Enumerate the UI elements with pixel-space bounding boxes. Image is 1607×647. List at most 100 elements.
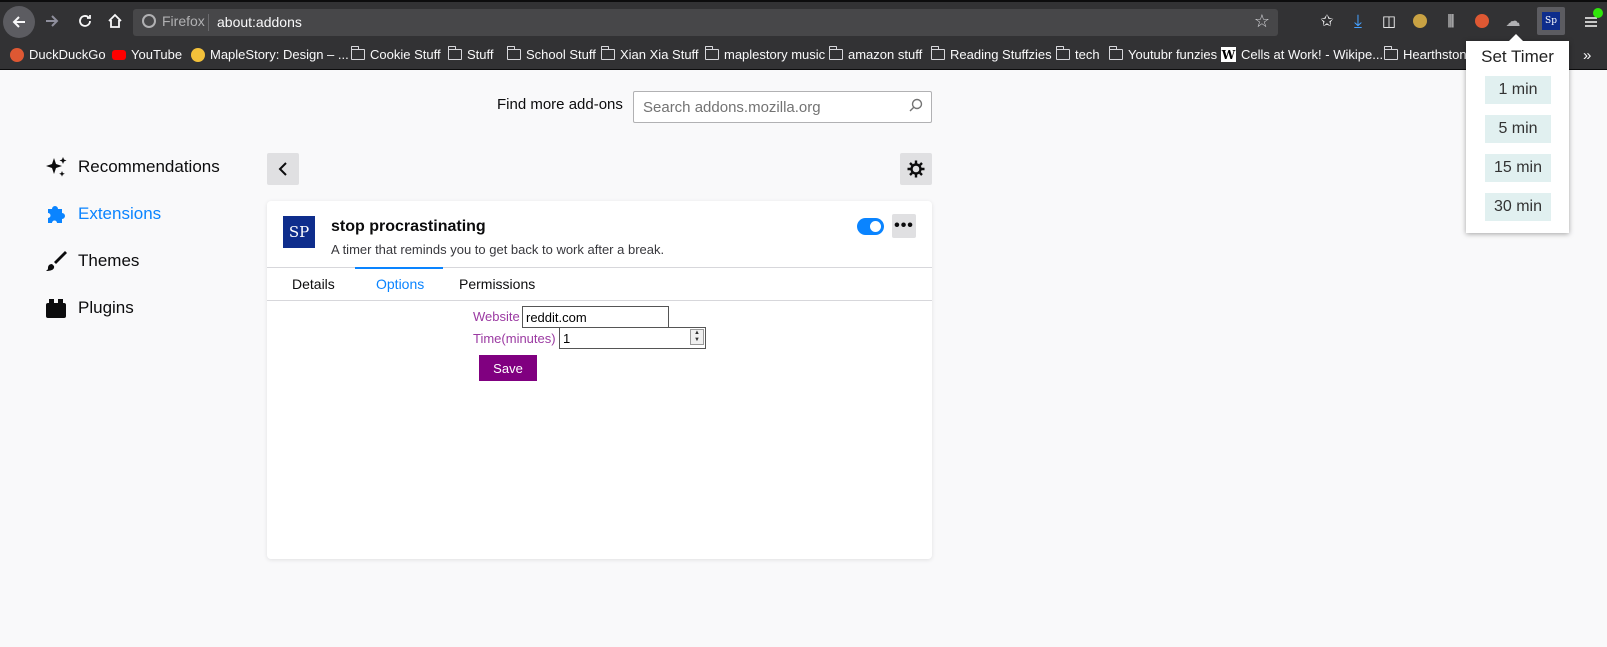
time-stepper[interactable]: ▲▼ [559, 327, 706, 349]
back-button[interactable] [3, 6, 35, 38]
download-icon[interactable]: ⤓ [1343, 6, 1373, 36]
bookmark-folder[interactable]: Hearthstone [1383, 46, 1474, 62]
bookmark-folder[interactable]: Reading Stuffzies [930, 46, 1052, 62]
duckduckgo-extension-icon[interactable] [1467, 6, 1497, 36]
folder-icon [600, 46, 615, 60]
sidebar-toggle-icon[interactable]: ◫ [1374, 6, 1404, 36]
stop-procrastinating-toolbar-button[interactable]: Sp [1537, 7, 1565, 35]
sidebar-item-label: Extensions [78, 204, 162, 223]
go-back-button[interactable] [267, 153, 299, 185]
url-separator [208, 14, 209, 31]
url-text[interactable]: about:addons [217, 14, 302, 30]
bookmark-item[interactable]: MapleStory: Design – ... [191, 47, 349, 62]
bookmark-folder[interactable]: maplestory music [704, 46, 826, 62]
bookmark-label: Reading Stuffzies [950, 47, 1052, 62]
sidebar-item-label: Themes [78, 251, 140, 270]
sidebar-item-plugins[interactable]: Plugins [44, 296, 134, 320]
bookmark-folder[interactable]: tech [1055, 46, 1100, 62]
find-more-addons-label: Find more add-ons [497, 96, 623, 113]
menu-button[interactable] [1576, 7, 1606, 37]
tab-details[interactable]: Details [292, 276, 335, 292]
sidebar-item-extensions[interactable]: Extensions [44, 202, 161, 226]
extension-logo-text: SP [288, 223, 310, 241]
bookmark-label: DuckDuckGo [29, 47, 106, 62]
timer-30-min-button[interactable]: 30 min [1485, 193, 1551, 221]
extension-cloud-icon[interactable]: ☁ [1498, 6, 1528, 36]
bookmark-label: MapleStory: Design – ... [210, 47, 349, 62]
bookmark-item[interactable]: YouTube [112, 47, 182, 62]
bookmarks-overflow-icon[interactable]: » [1583, 47, 1591, 64]
bookmark-label: School Stuff [526, 47, 596, 62]
bookmark-label: tech [1075, 47, 1100, 62]
bookmark-item[interactable]: W Cells at Work! - Wikipe... [1221, 47, 1383, 62]
tools-menu-button[interactable] [900, 153, 932, 185]
folder-icon [1108, 46, 1123, 60]
extension-tabs: Details Options Permissions [267, 267, 932, 301]
bookmark-folder[interactable]: Youtubr funzies [1108, 46, 1218, 62]
bookmark-item[interactable]: DuckDuckGo [10, 47, 106, 62]
update-badge-icon [1593, 8, 1603, 18]
browser-toolbar: Firefox about:addons ☆ ✩ ⤓ ◫ ⫼ ☁ Sp [0, 0, 1607, 41]
folder-icon [506, 46, 521, 60]
sidebar-item-themes[interactable]: Themes [44, 249, 139, 273]
gear-icon [907, 160, 925, 178]
bookmark-label: Stuff [467, 47, 494, 62]
reload-button[interactable] [70, 6, 100, 36]
sp-logo-icon: Sp [1542, 12, 1560, 30]
save-button[interactable]: Save [479, 355, 537, 381]
timer-5-min-button[interactable]: 5 min [1485, 115, 1551, 143]
bookmark-label: maplestory music [724, 47, 826, 62]
extension-card: SP stop procrastinating A timer that rem… [267, 201, 932, 559]
chevron-left-icon [278, 162, 287, 176]
home-button[interactable] [100, 6, 130, 36]
sidebar-item-recommendations[interactable]: Recommendations [44, 155, 220, 179]
timer-15-min-button[interactable]: 15 min [1485, 154, 1551, 182]
bookmark-label: Youtubr funzies [1128, 47, 1218, 62]
extension-name: stop procrastinating [331, 218, 486, 235]
bookmark-label: YouTube [131, 47, 183, 62]
plugin-icon [44, 296, 68, 320]
website-field[interactable] [522, 306, 669, 328]
brush-icon [44, 249, 68, 273]
tab-options[interactable]: Options [376, 276, 424, 292]
addons-search-box[interactable] [633, 91, 932, 123]
back-arrow-icon [12, 16, 25, 28]
folder-icon [350, 46, 365, 60]
tab-permissions[interactable]: Permissions [459, 276, 535, 292]
forward-button[interactable] [37, 6, 67, 36]
set-timer-popup: Set Timer 1 min 5 min 15 min 30 min [1466, 34, 1569, 233]
bookmark-label: Cells at Work! - Wikipe... [1241, 47, 1384, 62]
bookmark-folder[interactable]: Cookie Stuff [350, 46, 441, 62]
folder-icon [447, 46, 462, 60]
bookmark-label: Cookie Stuff [370, 47, 441, 62]
sparkle-icon [44, 155, 68, 179]
time-field[interactable] [559, 327, 706, 349]
website-label: Website [473, 309, 520, 324]
puzzle-icon [44, 202, 68, 226]
addons-search-input[interactable] [643, 99, 903, 116]
sidebar-item-label: Plugins [78, 298, 134, 317]
library-star-icon[interactable]: ✩ [1312, 6, 1342, 36]
time-label: Time(minutes) [473, 331, 556, 346]
library-icon[interactable]: ⫼ [1436, 6, 1466, 36]
bookmark-folder[interactable]: School Stuff [506, 46, 596, 62]
extension-cookie-icon[interactable] [1405, 6, 1435, 36]
youtube-icon [112, 49, 126, 60]
url-bar[interactable]: Firefox about:addons ☆ [133, 9, 1278, 36]
identity-box[interactable]: Firefox [142, 13, 205, 29]
timer-1-min-button[interactable]: 1 min [1485, 76, 1551, 104]
more-options-button[interactable]: ••• [892, 214, 916, 238]
bookmark-label: amazon stuff [848, 47, 923, 62]
bookmark-label: Hearthstone [1403, 47, 1474, 62]
bookmark-folder[interactable]: Stuff [447, 46, 494, 62]
stepper-arrows-icon[interactable]: ▲ ▼ [690, 329, 704, 345]
bookmark-folder[interactable]: Xian Xia Stuff [600, 46, 699, 62]
bookmark-folder[interactable]: amazon stuff [828, 46, 923, 62]
extension-enable-toggle[interactable] [857, 218, 884, 235]
forward-arrow-icon [46, 15, 59, 27]
folder-icon [828, 46, 843, 60]
search-icon[interactable] [909, 98, 923, 115]
bookmark-star-icon[interactable]: ☆ [1254, 11, 1270, 32]
extension-logo: SP [283, 216, 315, 248]
duckduckgo-icon [10, 47, 24, 62]
